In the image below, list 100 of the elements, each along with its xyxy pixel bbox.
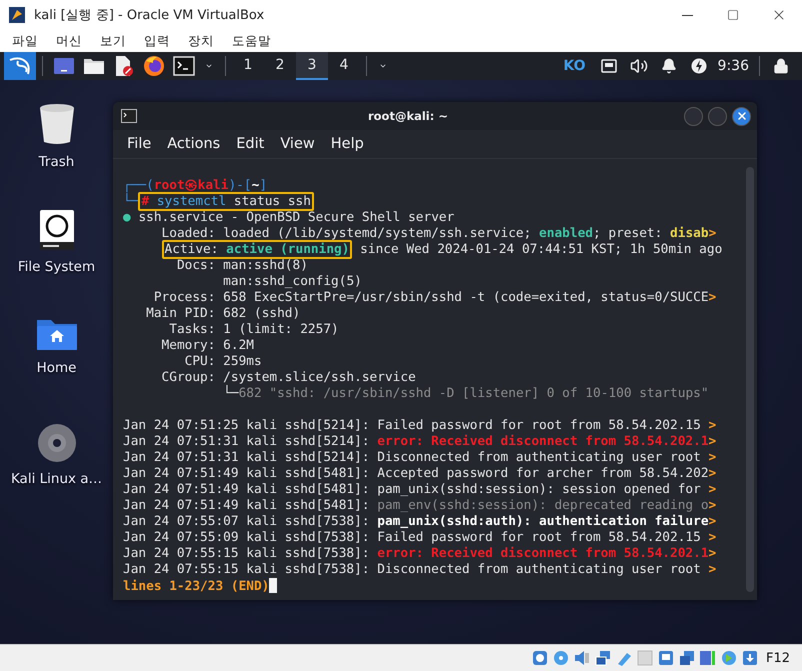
menu-item[interactable]: Help [322, 136, 372, 152]
menu-item[interactable]: View [272, 136, 323, 152]
menu-item[interactable]: File [119, 136, 160, 152]
maximize-button[interactable] [708, 106, 727, 126]
terminal-text: pam_env(sshd:session): deprecated reading o [377, 498, 709, 513]
terminal-text: Jan 24 07:51:49 kali sshd[5481]: Accepted password for archer from 58.54.202 [123, 466, 709, 481]
terminal-text: Jan 24 07:51:49 kali sshd[5481]: pam_unix(sshd:session): session opened for [123, 482, 702, 497]
terminal-text: enabled [539, 226, 593, 241]
close-icon [736, 110, 748, 122]
arrow-down-icon[interactable] [740, 649, 759, 667]
truncation-marker: > [708, 434, 716, 449]
terminal-icon[interactable] [173, 56, 195, 76]
desktop-icon-label[interactable]: Kali Linux a… [10, 471, 102, 487]
terminal-text: pam_unix(sshd:auth): authentication failure [377, 514, 709, 529]
menu-item[interactable]: Edit [228, 136, 272, 152]
terminal-text: error: Received disconnect from 58.54.202.1 [377, 434, 709, 449]
terminal-text: error: Received disconnect from 58.54.202.1 [377, 546, 709, 561]
terminal-text: Docs: man:sshd(8) [176, 258, 308, 273]
optical-disc-icon[interactable] [552, 649, 570, 667]
terminal-text: Jan 24 07:51:31 kali sshd[5214]: Disconnected from authenticating user root [123, 450, 702, 465]
lock-icon[interactable] [773, 58, 789, 74]
truncation-marker: > [708, 514, 716, 529]
speaker-icon[interactable] [572, 649, 591, 667]
menu-item[interactable]: 입력 [136, 32, 178, 50]
terminal-text: man:sshd_config(5) [223, 274, 362, 289]
terminal-text: Jan 24 07:55:07 kali sshd[7538]: [123, 514, 371, 529]
desktop-icon[interactable] [54, 58, 74, 74]
workspace-button[interactable]: 4 [328, 52, 360, 80]
terminal-text: ssh.service - OpenBSD Secure Shell server [138, 210, 454, 225]
workspace-button[interactable]: 1 [232, 52, 264, 80]
truncation-marker: > [708, 450, 716, 465]
terminal-text: Active: [164, 242, 220, 257]
truncation-marker: > [708, 290, 716, 305]
workspace-button[interactable]: 3 [296, 52, 328, 80]
terminal-text: root㉿kali [154, 178, 228, 193]
terminal-text: CPU: 259ms [184, 354, 262, 369]
truncation-marker: > [708, 562, 716, 577]
terminal-text: ● [123, 210, 131, 225]
window-title: kali [실행 중] - Oracle VM VirtualBox [34, 7, 266, 24]
terminal-text: Process: 658 ExecStartPre=/usr/sbin/sshd -t (code=exited, status=0/SUCCE [154, 290, 709, 305]
terminal-text: CGroup: /system.slice/ssh.service [162, 370, 416, 385]
terminal-text: Tasks: 1 (limit: 2257) [169, 322, 339, 337]
document-icon[interactable] [114, 55, 134, 77]
folder-icon[interactable] [83, 57, 105, 75]
terminal-text: # [141, 194, 150, 209]
clock[interactable]: 9:36 [718, 58, 749, 74]
truncation-marker: > [708, 466, 716, 481]
workspace-button[interactable]: 2 [264, 52, 296, 80]
menu-item[interactable]: 장치 [180, 32, 222, 50]
terminal-text: Memory: 6.2M [162, 338, 254, 353]
truncation-marker: > [708, 482, 716, 497]
truncation-marker: > [708, 226, 716, 241]
host-key-label: F12 [766, 650, 790, 666]
maximize-icon [727, 9, 739, 21]
menu-item[interactable]: 파일 [4, 32, 46, 50]
windows-icon[interactable] [678, 649, 696, 667]
terminal-text: Jan 24 07:51:49 kali sshd[5481]: [123, 498, 371, 513]
terminal-text: 682 "sshd: /usr/sbin/sshd -D [listener] 0 of 10-100 startups" [238, 386, 709, 401]
power-icon[interactable] [690, 58, 707, 74]
notification-bell-icon[interactable] [660, 58, 677, 74]
terminal-text: active (running) [226, 242, 350, 257]
truncation-marker: > [708, 418, 716, 433]
terminal-text: )-[ [228, 178, 252, 193]
terminal-text: └─ [123, 194, 138, 209]
desktop-icon-label[interactable]: Trash [38, 154, 74, 170]
desktop-icon-label[interactable]: File System [18, 259, 96, 275]
terminal-text: Jan 24 07:55:15 kali sshd[7538]: [123, 546, 371, 561]
terminal-text: disab [670, 226, 709, 241]
terminal-text: Jan 24 07:55:15 kali sshd[7538]: Disconnected from authenticating user root [123, 562, 702, 577]
virtualbox-logo-icon [8, 6, 26, 24]
volume-icon[interactable] [630, 57, 648, 75]
terminal-text: Jan 24 07:55:09 kali sshd[7538]: Failed password for root from 58.54.202.15 [123, 530, 702, 545]
terminal-text: Jan 24 07:51:25 kali sshd[5214]: Failed password for root from 58.54.202.15 [123, 418, 702, 433]
disc-icon [36, 423, 76, 463]
display-icon[interactable] [656, 649, 675, 667]
terminal-text: ┌──( [123, 178, 154, 193]
terminal-text: ~ [252, 178, 260, 193]
close-button[interactable] [732, 106, 751, 126]
menu-item[interactable]: 머신 [48, 32, 90, 50]
terminal-text: Main PID: 682 (sshd) [146, 306, 300, 321]
menu-item[interactable]: Actions [159, 136, 228, 152]
truncation-marker: > [708, 498, 716, 513]
terminal-icon [121, 109, 137, 123]
terminal-text: since Wed 2024-01-24 07:44:51 KST; 1h 50min ago [360, 242, 722, 257]
terminal-text: Jan 24 07:51:31 kali sshd[5214]: [123, 434, 371, 449]
minimize-icon [682, 14, 692, 16]
terminal-title: root@kali: ~ [366, 109, 449, 123]
browser-icon[interactable] [143, 55, 165, 77]
terminal-text: ; preset: [592, 226, 664, 241]
terminal-text: Loaded: loaded (/lib/systemd/system/ssh.service; [162, 226, 532, 241]
truncation-marker: > [708, 530, 716, 545]
drive-icon [38, 209, 74, 251]
terminal-text: └─ [223, 386, 239, 401]
menu-item[interactable]: 보기 [92, 32, 134, 50]
truncation-marker: > [708, 546, 716, 561]
menu-item[interactable]: 도움말 [224, 32, 279, 50]
terminal-text: status ssh [232, 194, 311, 209]
minimize-button[interactable] [684, 106, 703, 126]
keyboard-layout-indicator[interactable]: KO [563, 58, 586, 74]
desktop-icon-label[interactable]: Home [36, 360, 76, 376]
